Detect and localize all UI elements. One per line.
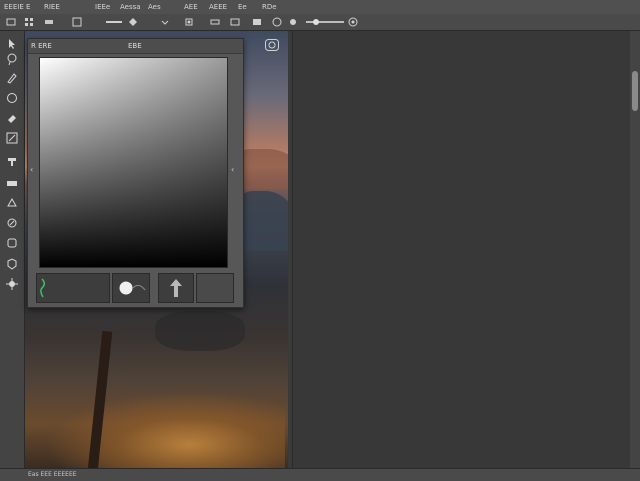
color-picker-panel: R ERE EBE ‹ ‹ <box>27 38 244 308</box>
tools-panel <box>0 31 25 471</box>
menu-bar: EEEIE E RIEE IEEe Aessa Aes AEE AEEE Ee … <box>0 0 640 15</box>
dropdown-icon[interactable] <box>160 17 170 27</box>
circle-swatch[interactable] <box>112 273 150 303</box>
panel-subtitle: EBE <box>128 42 142 50</box>
mode-icon[interactable] <box>128 17 138 27</box>
eraser-icon[interactable] <box>5 111 19 125</box>
stamp-icon[interactable] <box>5 155 19 169</box>
brush-icon[interactable] <box>5 71 19 85</box>
lasso-icon[interactable] <box>5 52 19 66</box>
arrow-swatch[interactable] <box>158 273 194 303</box>
panel-title: R ERE <box>31 42 52 50</box>
status-text: Eas EEE EEEEEE <box>28 471 77 478</box>
scrollbar-thumb[interactable] <box>632 71 638 111</box>
slider-icon[interactable] <box>306 17 346 27</box>
airbrush-icon[interactable] <box>210 17 220 27</box>
zoom-icon[interactable] <box>5 277 19 291</box>
target-icon[interactable] <box>348 17 358 27</box>
menu-item-1[interactable]: EEEIE <box>4 2 24 12</box>
square-icon[interactable] <box>72 17 82 27</box>
menu-item-2[interactable]: E <box>26 2 30 12</box>
menu-item-10[interactable]: RDe <box>262 2 277 12</box>
circle-icon[interactable] <box>5 91 19 105</box>
menu-item-5[interactable]: Aessa <box>120 2 141 12</box>
text-icon[interactable] <box>5 216 19 230</box>
panel-header[interactable]: R ERE EBE <box>28 39 243 54</box>
color-field[interactable] <box>39 57 228 268</box>
rocks <box>155 311 245 351</box>
menu-item-6[interactable]: Aes <box>148 2 161 12</box>
menu-item-8[interactable]: AEEE <box>209 2 227 12</box>
options-bar <box>0 14 640 31</box>
vertical-scrollbar[interactable] <box>630 31 640 468</box>
eye-icon[interactable] <box>5 176 19 190</box>
left-arrow-icon[interactable]: ‹ <box>30 165 33 174</box>
smoothing-icon[interactable] <box>230 17 240 27</box>
status-bar: Eas EEE EEEEEE <box>0 468 640 481</box>
arrow-icon[interactable] <box>5 37 19 51</box>
shape-icon[interactable] <box>5 236 19 250</box>
menu-item-7[interactable]: AEE <box>184 2 198 12</box>
panel-toggle-icon[interactable] <box>265 39 279 51</box>
workspace-area[interactable] <box>292 31 631 468</box>
eyedropper-icon <box>40 278 45 298</box>
pressure-icon[interactable] <box>252 17 262 27</box>
empty-swatch[interactable] <box>196 273 234 303</box>
menu-item-9[interactable]: Ee <box>238 2 247 12</box>
color-swatch[interactable] <box>36 273 110 303</box>
gradient-icon[interactable] <box>5 131 19 145</box>
circle-swatch-icon <box>119 281 146 295</box>
flow-icon[interactable] <box>184 17 194 27</box>
tool-preset-icon[interactable] <box>6 17 16 27</box>
option-icon[interactable] <box>44 17 54 27</box>
arrow-up-icon <box>170 279 182 297</box>
settings-icon[interactable] <box>288 17 298 27</box>
right-arrow-icon[interactable]: ‹ <box>231 165 234 174</box>
foreground-glow <box>45 391 285 468</box>
brush-size-icon[interactable] <box>105 17 123 27</box>
hand-icon[interactable] <box>5 257 19 271</box>
swatch-row <box>36 273 236 303</box>
angle-icon[interactable] <box>272 17 282 27</box>
grid-icon[interactable] <box>24 17 34 27</box>
menu-item-3[interactable]: RIEE <box>44 2 60 12</box>
menu-item-4[interactable]: IEEe <box>95 2 110 12</box>
pen-icon[interactable] <box>5 196 19 210</box>
